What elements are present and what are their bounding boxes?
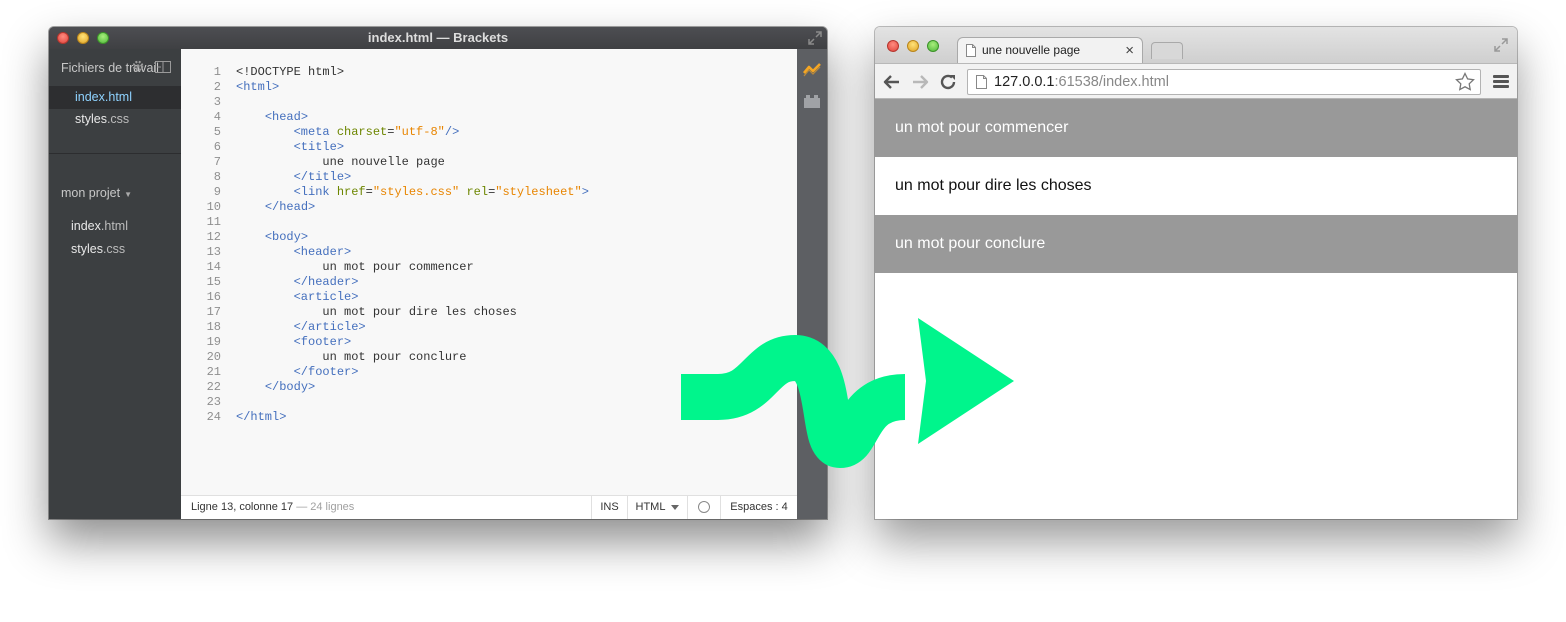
squiggle-arrow-icon	[681, 318, 1014, 469]
